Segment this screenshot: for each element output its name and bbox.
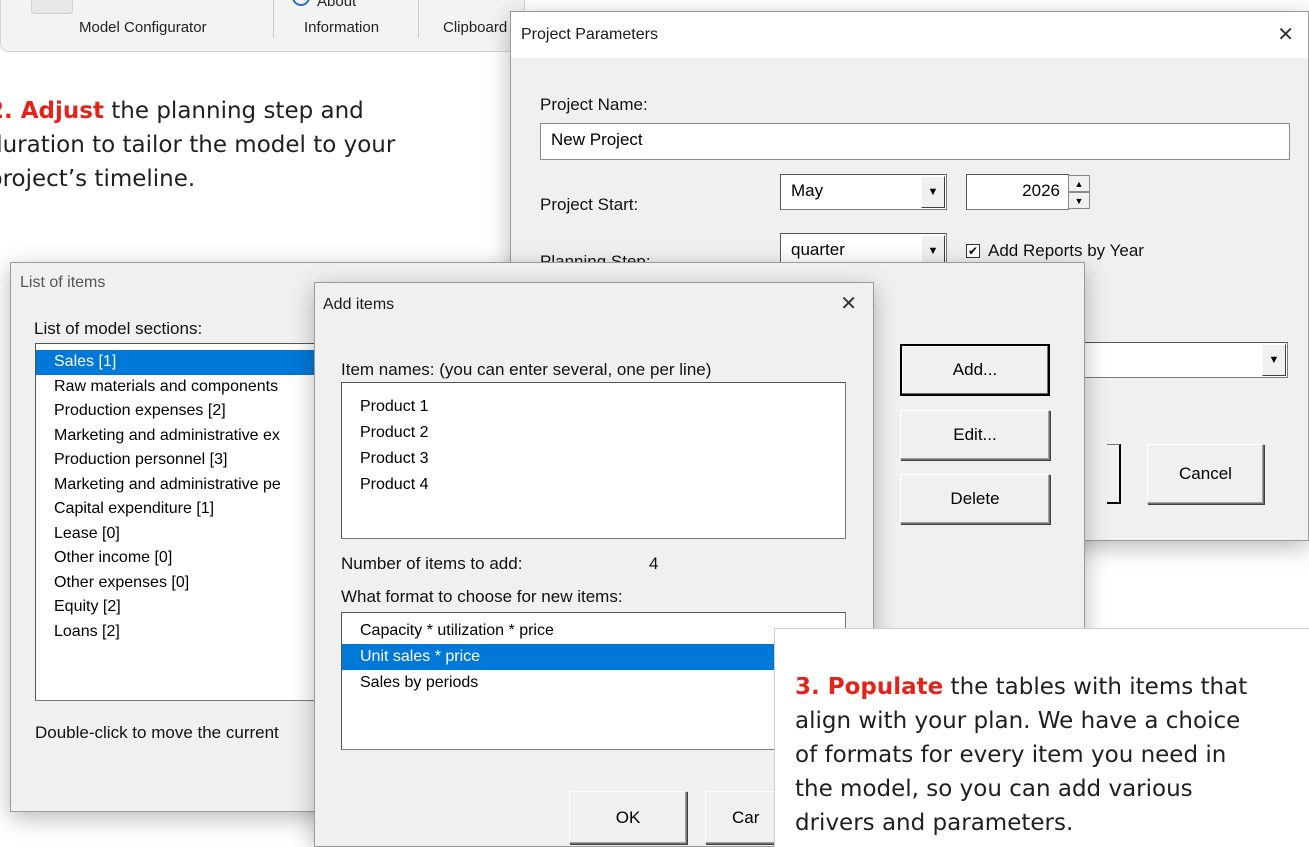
close-icon[interactable]: ✕ (1277, 25, 1294, 45)
spin-down-icon[interactable]: ▼ (1068, 192, 1090, 209)
edit-button[interactable]: Edit... (900, 410, 1050, 460)
add-button[interactable]: Add... (900, 344, 1050, 396)
item-names-textarea[interactable]: Product 1 Product 2 Product 3 Product 4 (341, 382, 846, 539)
ribbon-group-clipboard: Clipboard (443, 19, 508, 36)
section-list-item[interactable]: Sales [1] (36, 350, 334, 375)
ok-button[interactable]: OK (569, 791, 687, 844)
item-name-line[interactable]: Product 3 (342, 446, 845, 472)
spin-up-icon[interactable]: ▲ (1068, 175, 1090, 192)
item-count-value: 4 (649, 554, 659, 573)
ribbon-separator (418, 0, 419, 38)
caption-3-line5: drivers and parameters. (795, 810, 1074, 836)
dialog-title: Project Parameters (521, 26, 658, 43)
section-list-item[interactable]: Production expenses [2] (36, 399, 334, 424)
year-spinner[interactable]: ▲ ▼ (1068, 175, 1090, 209)
caption-3-line4: the model, so you can add various (795, 776, 1193, 802)
caption-step-3-box: 3. Populate the tables with items that a… (774, 628, 1309, 847)
section-list-item[interactable]: Loans [2] (36, 620, 334, 645)
format-listbox[interactable]: Capacity * utilization * price Unit sales… (341, 612, 846, 750)
delete-button[interactable]: Delete (900, 474, 1050, 524)
section-list-item[interactable]: Marketing and administrative pe (36, 473, 334, 498)
dialog-title: List of items (20, 274, 106, 291)
format-label: What format to choose for new items: (341, 587, 623, 606)
caption-3-line3: of formats for every item you need in (795, 742, 1227, 768)
section-list-item[interactable]: Lease [0] (36, 522, 334, 547)
caption-3-highlight: 3. Populate (795, 674, 944, 700)
section-list-item[interactable]: Other expenses [0] (36, 571, 334, 596)
format-list-item[interactable]: Capacity * utilization * price (342, 618, 845, 644)
section-list-item[interactable]: Other income [0] (36, 546, 334, 571)
caption-3-line1: the tables with items that (943, 674, 1248, 700)
start-month-select[interactable]: May ▼ (780, 174, 947, 210)
project-name-field[interactable]: New Project (540, 123, 1290, 160)
section-list-item[interactable]: Raw materials and components (36, 375, 334, 400)
caption-2-line3: project’s timeline. (0, 166, 196, 192)
caption-2-line2: duration to tailor the model to your (0, 132, 396, 158)
section-list-item[interactable]: Production personnel [3] (36, 448, 334, 473)
section-list-item[interactable]: Equity [2] (36, 595, 334, 620)
caption-3-line2: align with your plan. We have a choice (795, 708, 1241, 734)
sections-listbox[interactable]: Sales [1] Raw materials and components Pro… (35, 343, 335, 701)
about-button-label[interactable]: About (317, 0, 356, 10)
ribbon-group-model-configurator: Model Configurator (79, 19, 207, 36)
ribbon-separator (273, 0, 274, 38)
ok-button-edge[interactable] (1107, 444, 1121, 504)
sections-label: List of model sections: (34, 319, 203, 338)
hidden-select[interactable]: ▼ (1081, 342, 1288, 378)
item-names-label: Item names: (you can enter several, one … (341, 360, 712, 379)
start-month-value: May (791, 181, 824, 200)
add-reports-label: Add Reports by Year (988, 241, 1144, 260)
start-year-field[interactable]: 2026 (966, 174, 1069, 210)
item-name-line[interactable]: Product 1 (342, 394, 845, 420)
item-name-line[interactable]: Product 2 (342, 420, 845, 446)
project-start-label: Project Start: (540, 195, 639, 214)
double-click-hint: Double-click to move the current (35, 723, 279, 742)
planning-step-value: quarter (791, 240, 845, 259)
cancel-button[interactable]: Cancel (1147, 444, 1264, 504)
format-list-item[interactable]: Sales by periods (342, 670, 845, 696)
item-name-line[interactable]: Product 4 (342, 472, 845, 498)
caption-2-line1: the planning step and (103, 98, 364, 124)
add-reports-checkbox[interactable]: ✔ (966, 244, 980, 258)
format-list-item[interactable]: Unit sales * price (342, 644, 845, 670)
dialog-titlebar: Project Parameters ✕ (511, 12, 1308, 58)
close-icon[interactable]: ✕ (840, 294, 857, 314)
project-name-label: Project Name: (540, 95, 648, 114)
info-icon[interactable] (292, 0, 310, 6)
ribbon-fragment: About Model Configurator Information Cli… (0, 0, 525, 52)
ribbon-button-stub[interactable] (31, 0, 73, 14)
chevron-down-icon[interactable]: ▼ (921, 176, 945, 208)
section-list-item[interactable]: Marketing and administrative ex (36, 424, 334, 449)
caption-step-3: 3. Populate the tables with items that a… (795, 670, 1247, 840)
caption-step-2: 2. Adjust the planning step and duration… (0, 94, 488, 196)
item-count-label: Number of items to add: (341, 554, 523, 573)
dialog-title: Add items (323, 296, 395, 313)
ribbon-group-information: Information (304, 19, 380, 36)
caption-2-highlight: 2. Adjust (0, 98, 104, 124)
section-list-item[interactable]: Capital expenditure [1] (36, 497, 334, 522)
chevron-down-icon[interactable]: ▼ (1262, 344, 1286, 376)
